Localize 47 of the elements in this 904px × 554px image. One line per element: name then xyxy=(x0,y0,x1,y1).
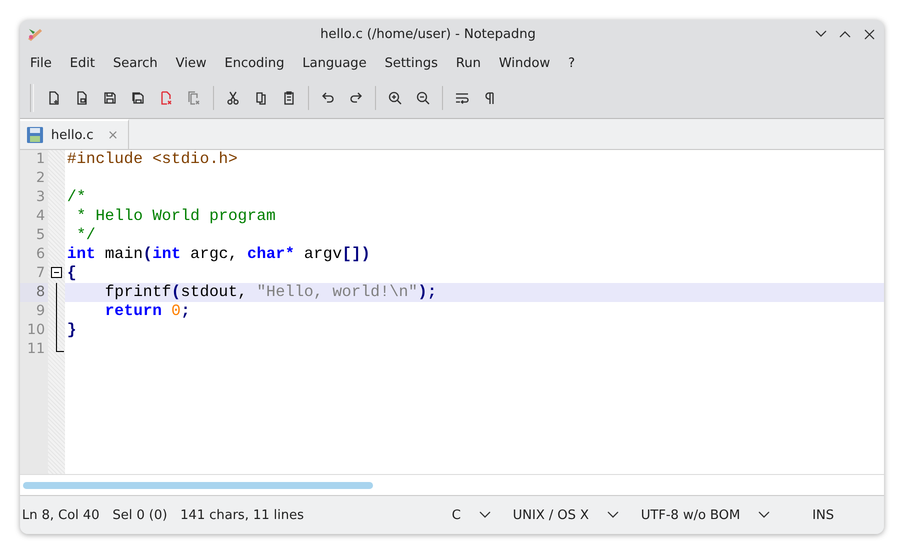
menu-item[interactable]: View xyxy=(166,56,216,70)
insert-mode: INS xyxy=(812,508,834,522)
file-tab[interactable]: hello.c × xyxy=(20,119,130,149)
status-dropdown[interactable]: UNIX / OS X xyxy=(504,508,619,522)
code-line: /* xyxy=(66,188,87,207)
line-number: 5 xyxy=(35,226,46,245)
menu-item[interactable]: Language xyxy=(293,56,376,70)
menu-item[interactable]: Settings xyxy=(376,56,447,70)
line-number: 6 xyxy=(35,245,46,264)
code-line: int main(int argc, char* argv[]) xyxy=(66,245,372,264)
menu-item[interactable]: Search xyxy=(104,56,167,70)
status-text: Ln 8, Col 40 xyxy=(22,508,100,522)
scrollbar-thumb[interactable] xyxy=(23,482,373,488)
status-dropdown[interactable]: UTF-8 w/o BOM xyxy=(632,508,770,522)
line-number: 11 xyxy=(26,340,46,359)
chevron-icon xyxy=(758,511,770,519)
line-number: 8 xyxy=(20,283,48,302)
code-line: */ xyxy=(75,226,96,245)
code-line: return 0; xyxy=(104,302,192,321)
chevron-icon xyxy=(606,511,619,519)
status-text: Sel 0 (0) xyxy=(112,508,168,522)
line-number: 9 xyxy=(35,302,46,321)
tab-label: hello.c xyxy=(51,128,94,142)
menu-item[interactable]: File xyxy=(21,56,61,70)
menu-item[interactable]: Edit xyxy=(60,56,104,70)
status-dropdown[interactable]: C xyxy=(444,508,491,522)
line-number: 3 xyxy=(35,188,46,207)
menu-item[interactable]: Run xyxy=(446,56,490,70)
line-number: 10 xyxy=(26,321,46,340)
code-line: { xyxy=(66,264,78,283)
line-number: 1 xyxy=(35,150,46,169)
line-number: 2 xyxy=(35,169,46,188)
menu-item[interactable]: ? xyxy=(559,56,584,70)
chevron-icon xyxy=(478,511,491,519)
line-number: 7 xyxy=(35,264,46,283)
line-number: 4 xyxy=(35,207,46,226)
chevron-up-icon xyxy=(839,30,851,38)
code-line: * Hello World program xyxy=(75,207,277,226)
menu-item[interactable]: Encoding xyxy=(215,56,294,70)
chevron-down-icon xyxy=(815,30,827,38)
fold-marker[interactable] xyxy=(51,267,62,278)
window-title: hello.c (/home/user) - Notepadng xyxy=(319,26,537,42)
status-text: 141 chars, 11 lines xyxy=(180,508,304,522)
code-line: #include <stdio.h> xyxy=(66,150,239,169)
close-icon xyxy=(864,28,874,40)
menu-item[interactable]: Window xyxy=(490,56,560,70)
code-line: } xyxy=(66,321,78,340)
